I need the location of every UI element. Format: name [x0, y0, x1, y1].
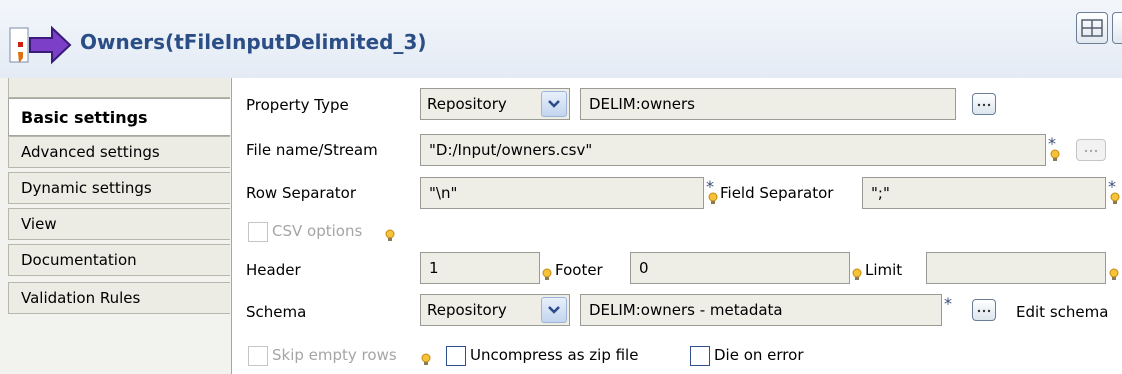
- tab-advanced-settings[interactable]: Advanced settings: [8, 136, 230, 168]
- lightbulb-icon: [708, 192, 718, 204]
- limit-input[interactable]: [926, 252, 1106, 284]
- list-view-button[interactable]: [1112, 12, 1122, 44]
- skip-empty-rows-label: Skip empty rows: [272, 346, 397, 364]
- die-on-error-label: Die on error: [714, 346, 804, 364]
- tab-dynamic-settings[interactable]: Dynamic settings: [8, 172, 230, 204]
- footer-label: Footer: [555, 261, 603, 279]
- lightbulb-icon: [1109, 268, 1119, 280]
- lightbulb-icon: [852, 268, 862, 280]
- required-marker: *: [944, 294, 952, 313]
- chevron-down-icon: [548, 306, 560, 314]
- property-browse-button[interactable]: [972, 93, 996, 115]
- row-separator-input[interactable]: "\n": [420, 177, 704, 209]
- component-header: Owners(tFileInputDelimited_3): [0, 0, 1122, 78]
- schema-label: Schema: [246, 303, 307, 321]
- file-name-label: File name/Stream: [246, 141, 378, 159]
- property-type-select[interactable]: Repository: [420, 88, 570, 120]
- tab-basic-settings[interactable]: Basic settings: [8, 98, 230, 136]
- tfileinputdelimited-icon: [9, 25, 72, 65]
- schema-browse-button[interactable]: [972, 299, 996, 321]
- lightbulb-icon: [385, 229, 395, 241]
- property-type-label: Property Type: [246, 96, 349, 114]
- ellipsis-icon: [977, 309, 991, 313]
- limit-label: Limit: [865, 261, 903, 279]
- file-browse-button[interactable]: [1076, 139, 1106, 161]
- edit-schema-label[interactable]: Edit schema: [1016, 303, 1108, 321]
- property-type-value: Repository: [427, 95, 507, 113]
- field-separator-label: Field Separator: [720, 184, 834, 202]
- schema-type-select[interactable]: Repository: [420, 294, 570, 326]
- grid-view-icon: [1081, 19, 1103, 37]
- lightbulb-icon: [1050, 149, 1060, 161]
- dropdown-button[interactable]: [541, 91, 567, 117]
- footer-input[interactable]: 0: [630, 252, 850, 284]
- grid-view-button[interactable]: [1076, 12, 1108, 44]
- skip-empty-rows-checkbox[interactable]: [248, 346, 268, 366]
- tab-view[interactable]: View: [8, 208, 230, 240]
- header-input[interactable]: 1: [420, 252, 540, 284]
- tab-spacer: [8, 78, 230, 98]
- die-on-error-checkbox[interactable]: [690, 346, 710, 366]
- row-separator-label: Row Separator: [246, 184, 357, 202]
- header-label: Header: [246, 261, 301, 279]
- schema-type-value: Repository: [427, 301, 507, 319]
- ellipsis-icon: [1084, 149, 1098, 153]
- ellipsis-icon: [977, 103, 991, 107]
- schema-repository-field[interactable]: DELIM:owners - metadata: [580, 294, 942, 326]
- uncompress-zip-label: Uncompress as zip file: [470, 346, 639, 364]
- dropdown-button[interactable]: [541, 297, 567, 323]
- uncompress-zip-checkbox[interactable]: [446, 346, 466, 366]
- tab-validation-rules[interactable]: Validation Rules: [8, 282, 230, 314]
- lightbulb-icon: [542, 268, 552, 280]
- lightbulb-icon: [421, 353, 431, 365]
- component-title: Owners(tFileInputDelimited_3): [80, 30, 427, 54]
- file-name-input[interactable]: "D:/Input/owners.csv": [420, 134, 1046, 166]
- csv-options-checkbox[interactable]: [248, 222, 268, 242]
- property-repository-field[interactable]: DELIM:owners: [580, 88, 956, 120]
- csv-options-label: CSV options: [272, 222, 363, 240]
- tab-documentation[interactable]: Documentation: [8, 244, 230, 276]
- field-separator-input[interactable]: ";": [862, 177, 1106, 209]
- chevron-down-icon: [548, 100, 560, 108]
- lightbulb-icon: [1110, 192, 1120, 204]
